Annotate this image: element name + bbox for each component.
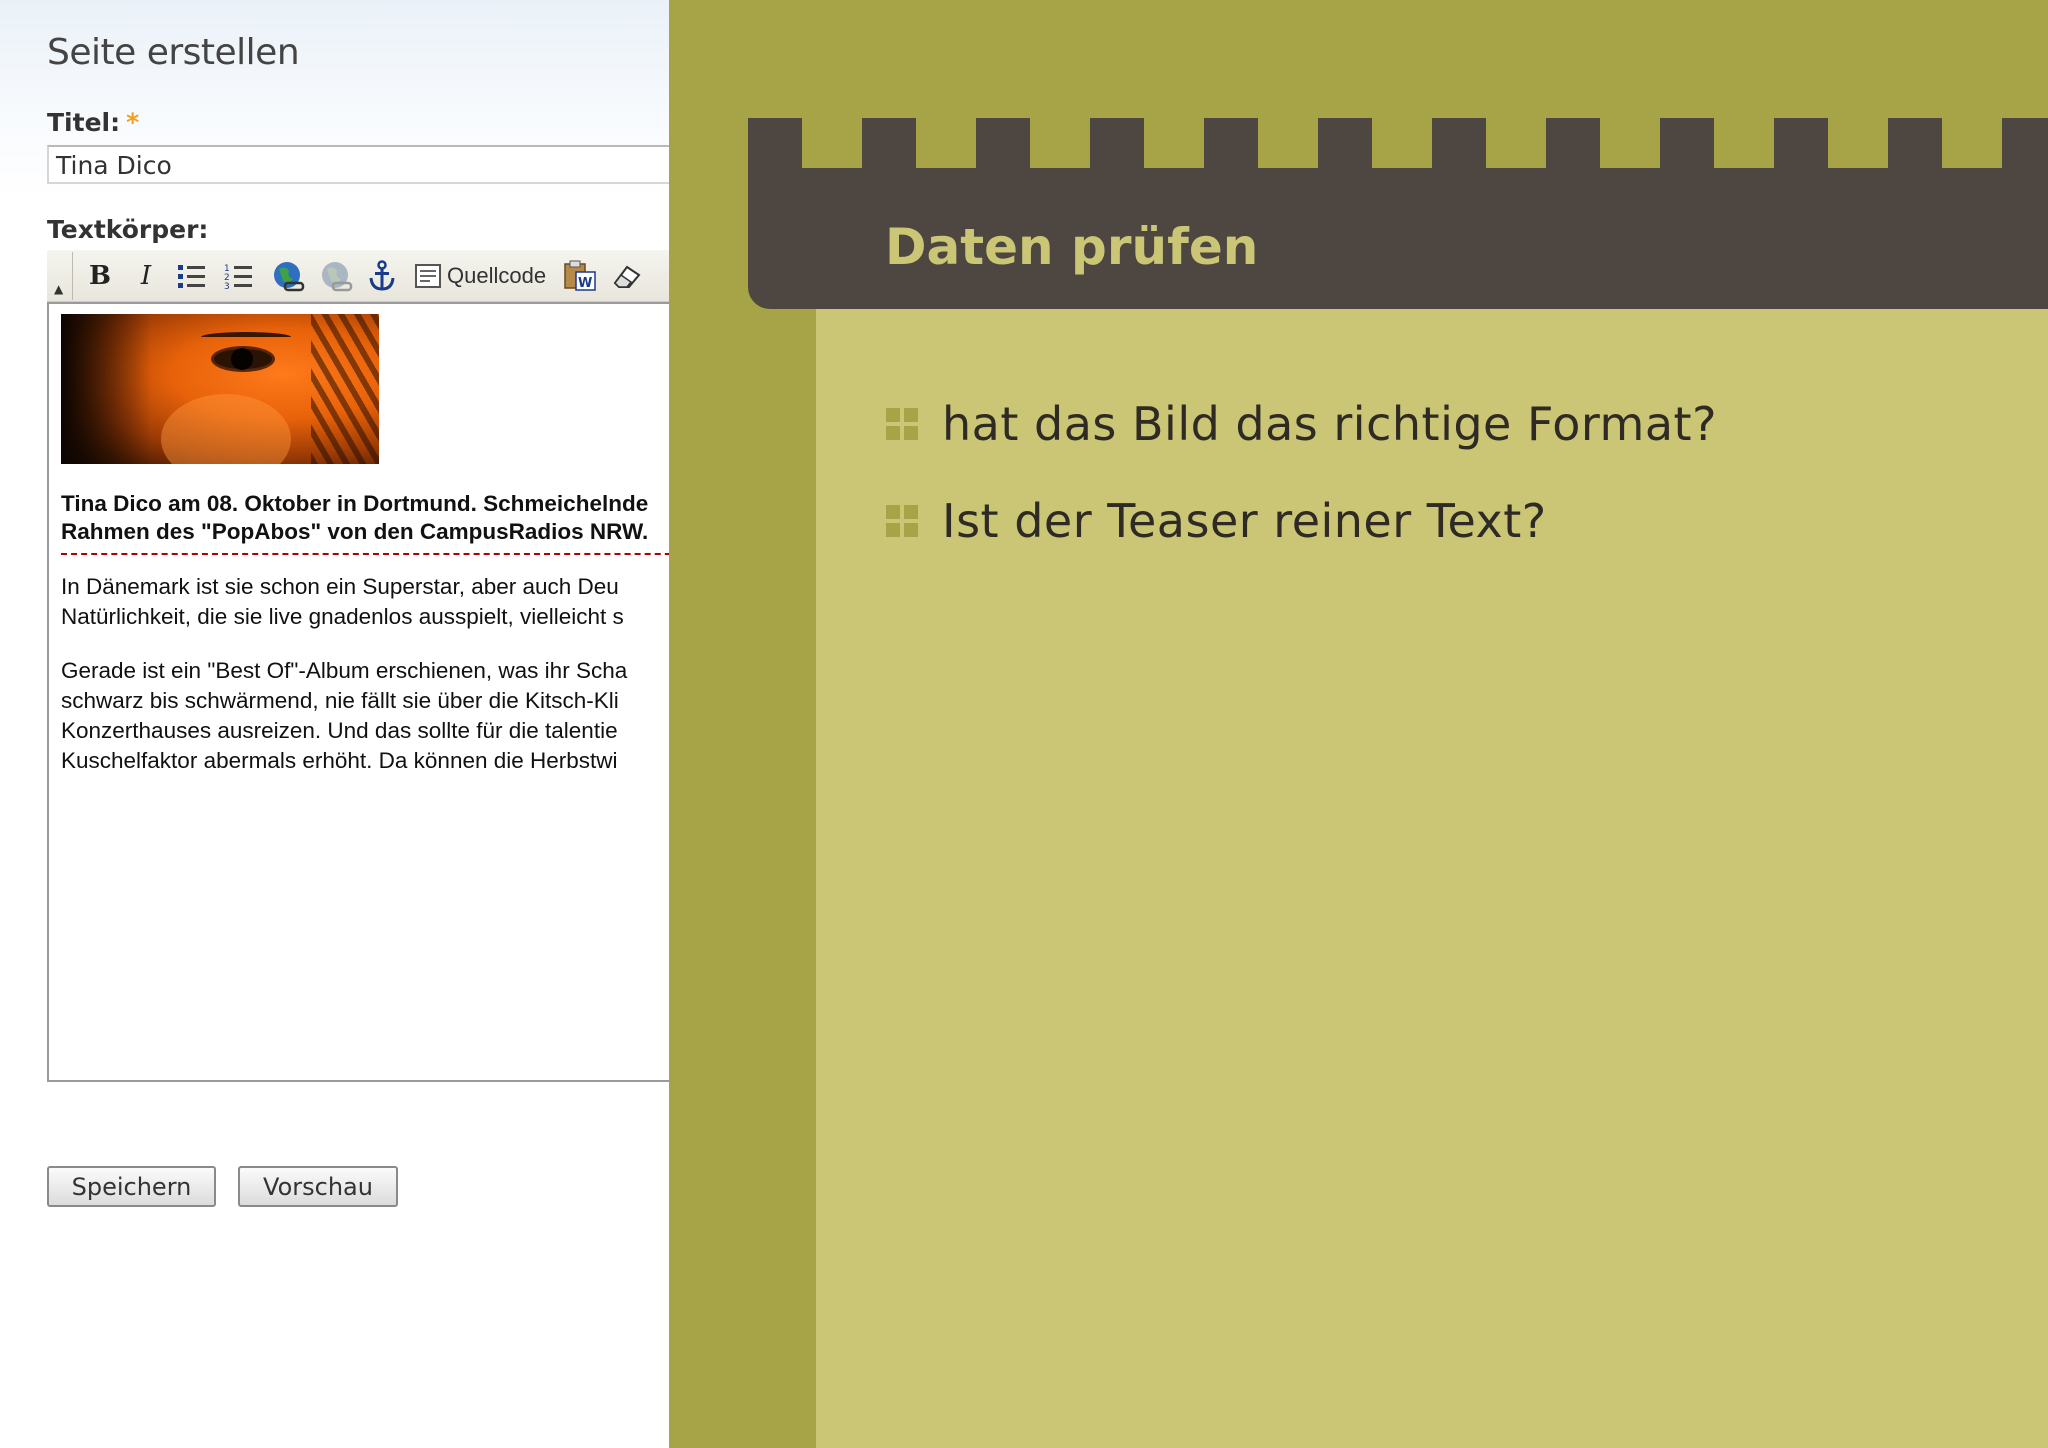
svg-text:W: W — [578, 276, 592, 291]
title-input[interactable]: Tina Dico — [47, 145, 669, 184]
numbered-list-icon[interactable]: 123 — [224, 258, 254, 294]
editor-toolbar: ▲ B I 123 Quellcode W F — [47, 250, 669, 302]
title-label: Titel: * — [47, 108, 139, 137]
title-label-text: Titel: — [47, 108, 121, 137]
page-title: Seite erstellen — [47, 32, 300, 73]
required-mark: * — [126, 108, 140, 137]
rich-text-editor[interactable]: Tina Dico am 08. Oktober in Dortmund. Sc… — [47, 302, 669, 1082]
paragraph-line: Konzerthauses ausreizen. Und das sollte … — [61, 718, 618, 743]
paragraph-line: In Dänemark ist sie schon ein Superstar,… — [61, 574, 619, 599]
preview-button[interactable]: Vorschau — [238, 1166, 398, 1207]
teaser-break-line — [61, 553, 669, 555]
paragraph-line: Kuschelfaktor abermals erhöht. Da können… — [61, 748, 618, 773]
source-icon — [415, 264, 441, 288]
toolbar-overflow[interactable]: F — [659, 258, 669, 294]
toolbar-collapse-handle[interactable]: ▲ — [47, 252, 73, 300]
paragraph-line: Natürlichkeit, die sie live gnadenlos au… — [61, 604, 624, 629]
cms-edit-form: Seite erstellen Titel: * Tina Dico Textkö… — [0, 0, 669, 1448]
checklist-item-text: Ist der Teaser reiner Text? — [942, 494, 1547, 548]
anchor-icon[interactable] — [367, 258, 397, 294]
checklist-item-text: hat das Bild das richtige Format? — [942, 397, 1717, 451]
collapse-triangle-icon: ▲ — [54, 282, 64, 296]
italic-button[interactable]: I — [131, 258, 161, 294]
slide-header-banner: Daten prüfen — [748, 118, 2048, 309]
source-button[interactable]: Quellcode — [415, 258, 546, 294]
paragraph-line: schwarz bis schwärmend, nie fällt sie üb… — [61, 688, 619, 713]
svg-text:3: 3 — [224, 282, 230, 290]
link-globe-icon[interactable] — [271, 258, 305, 294]
square-bullet-icon — [886, 408, 918, 440]
article-image[interactable] — [61, 314, 379, 464]
bold-button[interactable]: B — [85, 258, 115, 294]
body-label: Textkörper: — [47, 215, 209, 244]
square-bullet-icon — [886, 505, 918, 537]
source-label: Quellcode — [447, 263, 547, 288]
unlink-globe-icon[interactable] — [319, 258, 353, 294]
remove-format-icon[interactable] — [611, 258, 643, 294]
slide-title: Daten prüfen — [885, 218, 1259, 276]
paragraph-line: Gerade ist ein "Best Of"-Album erschiene… — [61, 658, 628, 683]
checklist-item: hat das Bild das richtige Format? — [886, 394, 1717, 454]
checklist-item: Ist der Teaser reiner Text? — [886, 491, 1547, 551]
bulleted-list-icon[interactable] — [177, 258, 207, 294]
slide-content-panel — [816, 309, 2048, 1448]
teaser-line: Tina Dico am 08. Oktober in Dortmund. Sc… — [61, 491, 649, 516]
teaser-line: Rahmen des "PopAbos" von den CampusRadio… — [61, 519, 649, 544]
paste-from-word-icon[interactable]: W — [563, 258, 597, 294]
save-button[interactable]: Speichern — [47, 1166, 216, 1207]
slide-overlay: Daten prüfen hat das Bild das richtige F… — [669, 0, 2048, 1448]
